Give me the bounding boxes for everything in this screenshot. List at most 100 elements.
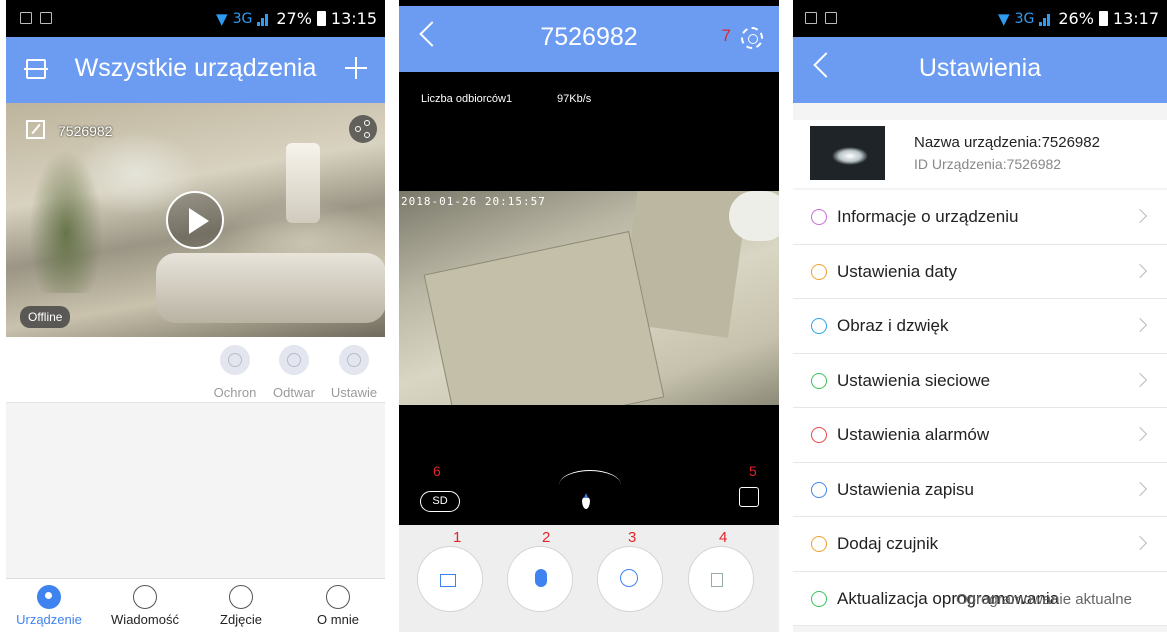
video-camera-icon bbox=[811, 481, 827, 498]
tab-device-label: Urządzenie bbox=[16, 612, 82, 627]
shield-icon bbox=[220, 345, 250, 375]
gear-icon bbox=[339, 345, 369, 375]
annotation-label: 7 bbox=[721, 26, 731, 45]
clock: 13:17 bbox=[1112, 9, 1159, 28]
status-badge: Offline bbox=[20, 306, 71, 328]
play-icon[interactable] bbox=[166, 191, 224, 249]
chevron-right-icon bbox=[1132, 372, 1148, 387]
menu-item-label: Dodaj czujnik bbox=[837, 534, 939, 553]
speaker-muted-icon bbox=[711, 573, 723, 587]
menu-item-label: Obraz i dzwięk bbox=[837, 316, 949, 335]
page-title: Ustawienia bbox=[918, 54, 1042, 82]
settings-screen: ▼ 3G 26% 13:17 Ustawienia Nazwa urządzen… bbox=[793, 0, 1167, 632]
playback-button[interactable]: Odtwar bbox=[264, 345, 324, 400]
menu-item-alarm-settings[interactable]: Ustawienia alarmów bbox=[793, 408, 1167, 463]
menu-item-image-sound[interactable]: Obraz i dzwięk bbox=[793, 299, 1167, 354]
battery-icon bbox=[316, 11, 326, 26]
video-box-left bbox=[423, 231, 665, 405]
app-header: Wszystkie urządzenia bbox=[6, 37, 385, 103]
menu-item-label: Ustawienia zapisu bbox=[837, 479, 975, 499]
chevron-right-icon bbox=[1132, 426, 1148, 442]
wifi-icon bbox=[811, 372, 827, 389]
microphone-button[interactable] bbox=[507, 546, 573, 612]
playback-icon bbox=[279, 345, 309, 375]
mail-notification-icon bbox=[805, 12, 817, 24]
annotation-label: 4 bbox=[719, 529, 728, 546]
battery-percent: 27% bbox=[276, 9, 312, 28]
tab-photos[interactable]: Zdjęcie bbox=[196, 585, 286, 627]
status-bar: ▼ 3G 27% 13:15 bbox=[6, 0, 385, 37]
sensor-icon bbox=[811, 536, 827, 552]
info-icon bbox=[811, 209, 827, 225]
bell-icon bbox=[811, 427, 827, 443]
tab-messages-label: Wiadomość bbox=[111, 612, 179, 627]
annotation-label: 5 bbox=[749, 463, 757, 479]
ptz-indicator-icon[interactable] bbox=[582, 493, 590, 509]
menu-item-device-info[interactable]: Informacje o urządzeniu bbox=[793, 190, 1167, 245]
live-view-screen: 7526982 7 Liczba odbiorców1 97Kb/s 2018-… bbox=[399, 0, 779, 632]
menu-item-add-sensor[interactable]: Dodaj czujnik bbox=[793, 517, 1167, 572]
menu-item-network-settings[interactable]: Ustawienia sieciowe bbox=[793, 353, 1167, 408]
play-circle-icon bbox=[811, 318, 827, 334]
network-type: 3G bbox=[1014, 10, 1035, 27]
tab-messages[interactable]: Wiadomość bbox=[100, 585, 190, 627]
tab-device[interactable]: Urządzenie bbox=[6, 585, 94, 627]
tab-about-me[interactable]: O mnie bbox=[293, 585, 383, 627]
protect-button[interactable]: Ochron bbox=[205, 345, 265, 400]
clock-icon bbox=[811, 263, 827, 280]
network-type: 3G bbox=[232, 10, 253, 27]
firmware-status: Oprogramowanie aktualne bbox=[956, 590, 1132, 608]
thumbnail-plant bbox=[26, 143, 106, 293]
signal-icon bbox=[257, 12, 271, 26]
device-thumbnail[interactable]: 7526982 Offline bbox=[6, 103, 385, 337]
annotation-label: 6 bbox=[433, 463, 441, 479]
gear-icon[interactable] bbox=[741, 27, 763, 49]
share-icon[interactable] bbox=[349, 115, 377, 143]
live-video[interactable]: 2018-01-26 20:15:57 bbox=[399, 191, 779, 405]
chevron-right-icon bbox=[1132, 317, 1148, 333]
device-name: Nazwa urządzenia:7526982 bbox=[914, 134, 1100, 151]
menu-item-date-settings[interactable]: Ustawienia daty bbox=[793, 244, 1167, 299]
settings-button[interactable]: Ustawie bbox=[324, 345, 384, 400]
quality-toggle[interactable]: SD bbox=[420, 491, 460, 512]
annotation-label: 1 bbox=[453, 529, 462, 546]
status-bar: ▼ 3G 26% 13:17 bbox=[793, 0, 1167, 37]
chevron-right-icon bbox=[1132, 263, 1148, 278]
devices-screen: ▼ 3G 27% 13:15 Wszystkie urządzenia 7526… bbox=[6, 0, 385, 632]
mute-button[interactable] bbox=[688, 546, 754, 612]
location-pin-icon bbox=[37, 585, 61, 609]
wifi-icon: ▼ bbox=[216, 9, 228, 28]
menu-item-firmware-update[interactable]: Aktualizacja oprogramowania Oprogramowan… bbox=[793, 571, 1167, 626]
clock: 13:15 bbox=[330, 9, 377, 28]
menu-item-label: Ustawienia alarmów bbox=[837, 425, 990, 444]
settings-menu: Informacje o urządzeniu Ustawienia daty … bbox=[793, 190, 1167, 626]
snapshot-button[interactable] bbox=[597, 546, 663, 612]
protect-label: Ochron bbox=[213, 385, 257, 400]
annotation-label: 2 bbox=[542, 529, 551, 546]
video-camera-icon bbox=[440, 574, 456, 587]
chevron-right-icon bbox=[1132, 481, 1148, 496]
add-device-icon[interactable] bbox=[345, 57, 367, 79]
page-title: Wszystkie urządzenia bbox=[74, 54, 317, 82]
device-info-card: Nazwa urządzenia:7526982 ID Urządzenia:7… bbox=[793, 120, 1167, 188]
edit-icon[interactable] bbox=[26, 120, 45, 139]
image-notification-icon bbox=[825, 12, 837, 24]
annotation-label: 3 bbox=[628, 529, 637, 546]
fullscreen-icon[interactable] bbox=[739, 487, 759, 507]
app-header: 7526982 7 bbox=[399, 6, 779, 72]
bitrate: 97Kb/s bbox=[557, 93, 592, 105]
record-button[interactable] bbox=[417, 546, 483, 612]
chevron-right-icon bbox=[1132, 535, 1148, 551]
thumbnail-sofa bbox=[156, 253, 385, 323]
battery-percent: 26% bbox=[1058, 9, 1094, 28]
app-header: Ustawienia bbox=[793, 37, 1167, 103]
update-icon bbox=[811, 590, 827, 607]
settings-label: Ustawie bbox=[330, 385, 378, 400]
chevron-right-icon bbox=[1132, 208, 1148, 224]
menu-item-record-settings[interactable]: Ustawienia zapisu bbox=[793, 462, 1167, 517]
signal-icon bbox=[1039, 12, 1053, 26]
mail-notification-icon bbox=[20, 12, 32, 24]
ptz-arc-icon[interactable] bbox=[559, 470, 621, 500]
video-timestamp: 2018-01-26 20:15:57 bbox=[401, 195, 546, 208]
menu-item-label: Ustawienia sieciowe bbox=[837, 370, 991, 390]
